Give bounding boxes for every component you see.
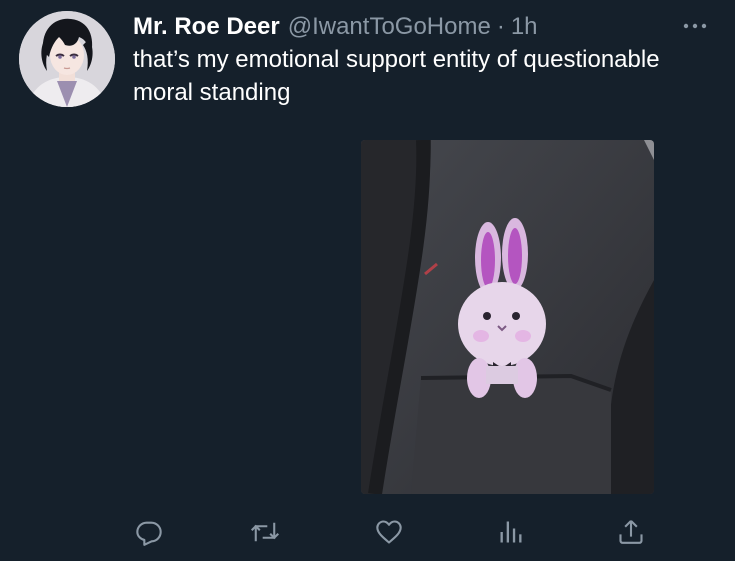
user-handle[interactable]: @IwantToGoHome: [288, 12, 491, 42]
more-icon: [683, 23, 707, 29]
more-options-button[interactable]: [680, 18, 710, 34]
like-button[interactable]: [369, 512, 409, 552]
retweet-button[interactable]: [245, 512, 285, 552]
avatar[interactable]: [19, 11, 115, 107]
display-name[interactable]: Mr. Roe Deer: [133, 12, 280, 42]
avatar-image: [19, 11, 115, 107]
timestamp[interactable]: 1h: [511, 12, 538, 42]
analytics-icon: [500, 521, 522, 543]
retweet-icon: [250, 522, 280, 542]
reply-icon: [136, 521, 162, 546]
photo-image: [361, 140, 654, 494]
heart-icon: [376, 520, 402, 544]
analytics-button[interactable]: [491, 512, 531, 552]
tweet: Mr. Roe Deer @IwantToGoHome · 1h that’s …: [0, 0, 735, 561]
tweet-header: Mr. Roe Deer @IwantToGoHome · 1h: [133, 12, 538, 42]
tweet-actions: [0, 512, 735, 552]
separator-dot: ·: [496, 13, 505, 40]
share-button[interactable]: [611, 512, 651, 552]
tweet-text: that’s my emotional support entity of qu…: [133, 46, 660, 106]
reply-button[interactable]: [129, 512, 169, 552]
share-icon: [619, 520, 643, 544]
tweet-photo[interactable]: [361, 140, 654, 494]
